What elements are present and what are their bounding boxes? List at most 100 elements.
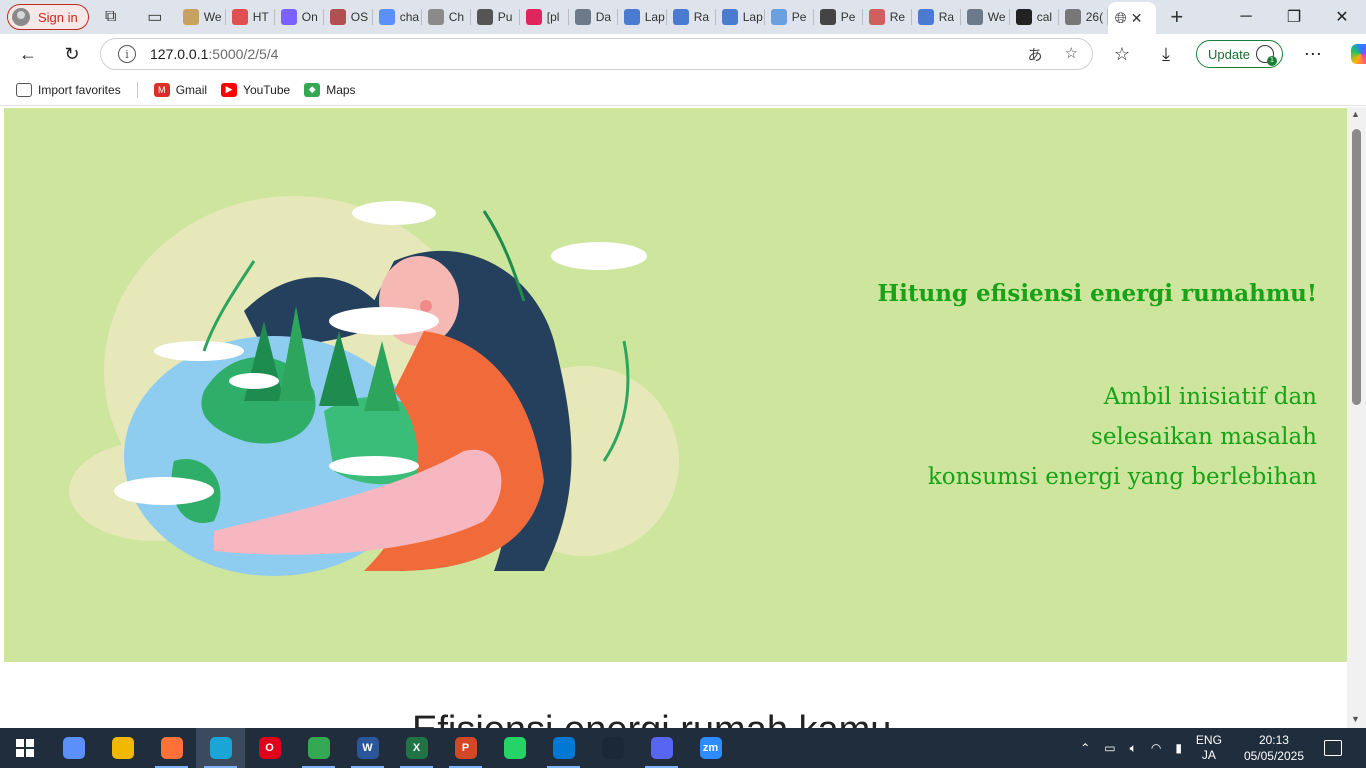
- taskbar-vscode[interactable]: [539, 728, 588, 768]
- favorite-star-icon[interactable]: ☆: [1065, 44, 1078, 65]
- wifi-icon[interactable]: ◠: [1151, 741, 1161, 755]
- tab-title: Pe: [840, 10, 856, 24]
- sign-in-label: Sign in: [38, 9, 78, 25]
- taskbar-copilot[interactable]: [49, 728, 98, 768]
- back-icon[interactable]: ←: [6, 34, 50, 74]
- tab-item[interactable]: Pu: [471, 0, 520, 34]
- discord-icon: [650, 737, 673, 759]
- volume-icon[interactable]: 🔈︎: [1130, 741, 1137, 756]
- sign-in-button[interactable]: Sign in: [7, 4, 89, 30]
- taskbar-zoom[interactable]: zm: [686, 728, 735, 768]
- taskbar-chrome[interactable]: [294, 728, 343, 768]
- copilot-icon[interactable]: [1350, 44, 1366, 64]
- minimize-icon[interactable]: ─: [1222, 0, 1270, 34]
- update-badge-icon: [1255, 45, 1277, 66]
- favorite-youtube[interactable]: ▶ YouTube: [217, 82, 294, 97]
- notifications-icon[interactable]: [1324, 740, 1342, 756]
- tab-actions-icon[interactable]: ▭: [133, 0, 177, 34]
- taskbar-discord[interactable]: [637, 728, 686, 768]
- url-text[interactable]: 127.0.0.1:5000/2/5/4: [150, 46, 278, 62]
- language-indicator[interactable]: ENG JA: [1196, 733, 1222, 763]
- word-icon: W: [356, 737, 379, 759]
- tab-item[interactable]: Lap: [716, 0, 765, 34]
- tab-title: Pu: [497, 10, 513, 24]
- tab-title: Ra: [938, 10, 955, 24]
- edge-icon: [209, 737, 232, 759]
- tab-item[interactable]: cha: [373, 0, 422, 34]
- tab-item[interactable]: We: [961, 0, 1010, 34]
- tab-item[interactable]: Ch: [422, 0, 471, 34]
- tab-title: Re: [889, 10, 906, 24]
- update-button[interactable]: Update: [1196, 40, 1283, 68]
- tab-item[interactable]: Ra: [667, 0, 716, 34]
- tab-active[interactable]: 🌐︎ ✕: [1107, 2, 1156, 34]
- restore-icon[interactable]: ❐: [1270, 0, 1318, 34]
- tab-favicon-icon: [574, 9, 591, 25]
- more-menu-icon[interactable]: ⋯: [1291, 34, 1335, 74]
- taskbar-excel[interactable]: X: [392, 728, 441, 768]
- taskbar-file-explorer[interactable]: [98, 728, 147, 768]
- taskbar-steam[interactable]: [588, 728, 637, 768]
- tab-item[interactable]: Ra: [912, 0, 961, 34]
- clock[interactable]: 20:13 05/05/2025: [1244, 732, 1304, 764]
- refresh-icon[interactable]: ↻: [50, 34, 94, 74]
- tab-item[interactable]: HT: [226, 0, 275, 34]
- taskbar-word[interactable]: W: [343, 728, 392, 768]
- tab-item[interactable]: Pe: [765, 0, 814, 34]
- taskbar-whatsapp[interactable]: [490, 728, 539, 768]
- page-scrollbar[interactable]: ▲ ▼: [1347, 107, 1366, 728]
- windows-logo-icon: [15, 739, 34, 757]
- downloads-icon[interactable]: ⤓: [1144, 34, 1188, 74]
- tab-title: cha: [399, 10, 420, 24]
- tab-title: Pe: [791, 10, 807, 24]
- microphone-icon[interactable]: ▮: [1175, 741, 1182, 755]
- tray-chevron-icon[interactable]: ⌃: [1080, 741, 1090, 755]
- profile-avatar-icon: [12, 8, 30, 26]
- tab-title: Lap: [644, 10, 665, 24]
- new-tab-button[interactable]: +: [1156, 0, 1198, 34]
- tab-item[interactable]: Da: [569, 0, 618, 34]
- workspaces-icon[interactable]: ⧉: [89, 0, 133, 34]
- tab-favicon-icon: [525, 9, 542, 25]
- taskbar-powerpoint[interactable]: P: [441, 728, 490, 768]
- hero-line-2: selesaikan masalah: [1091, 424, 1317, 450]
- taskbar-firefox[interactable]: [147, 728, 196, 768]
- firefox-icon: [160, 737, 183, 759]
- favorite-gmail[interactable]: M Gmail: [150, 82, 211, 97]
- earth-hug-illustration: [69, 196, 679, 576]
- tab-item[interactable]: Re: [863, 0, 912, 34]
- close-window-icon[interactable]: ✕: [1318, 0, 1366, 34]
- tab-title: Lap: [742, 10, 763, 24]
- site-info-icon[interactable]: i: [118, 45, 136, 63]
- tab-item[interactable]: Lap: [618, 0, 667, 34]
- scroll-up-icon[interactable]: ▲: [1351, 109, 1360, 119]
- favorite-import[interactable]: Import favorites: [12, 82, 125, 97]
- excel-icon: X: [405, 737, 428, 759]
- tab-title: Ch: [448, 10, 465, 24]
- opera-icon: O: [258, 737, 281, 759]
- tab-favicon-icon: [231, 9, 248, 25]
- hero-line-1: Ambil inisiatif dan: [1103, 384, 1317, 410]
- scroll-thumb[interactable]: [1352, 129, 1361, 405]
- taskbar-edge[interactable]: [196, 728, 245, 768]
- read-aloud-icon[interactable]: あ: [1028, 44, 1043, 65]
- vscode-icon: [552, 737, 575, 759]
- tab-item[interactable]: We: [177, 0, 226, 34]
- battery-icon[interactable]: ▭: [1104, 741, 1115, 755]
- taskbar-opera[interactable]: O: [245, 728, 294, 768]
- tab-item[interactable]: cal: [1010, 0, 1059, 34]
- tab-item[interactable]: Pe: [814, 0, 863, 34]
- favorite-maps[interactable]: ◆ Maps: [300, 82, 359, 97]
- tab-item[interactable]: 26(: [1059, 0, 1108, 34]
- scroll-down-icon[interactable]: ▼: [1351, 714, 1360, 724]
- tab-list: We HT On OS cha Ch Pu [pl Da Lap Ra Lap Pe Pe Re Ra We ca…: [177, 0, 1108, 34]
- navigation-bar: ← ↻ i 127.0.0.1:5000/2/5/4 あ ☆ ☆ ⤓ Updat…: [0, 34, 1366, 74]
- page-viewport: Hitung efisiensi energi rumahmu! Ambil i…: [0, 107, 1366, 728]
- tab-item[interactable]: On: [275, 0, 324, 34]
- address-bar[interactable]: i 127.0.0.1:5000/2/5/4 あ ☆: [100, 38, 1093, 70]
- tab-item[interactable]: OS: [324, 0, 373, 34]
- tab-item[interactable]: [pl: [520, 0, 569, 34]
- close-tab-icon[interactable]: ✕: [1131, 10, 1143, 27]
- favorites-icon[interactable]: ☆: [1100, 34, 1144, 74]
- start-button[interactable]: [0, 728, 49, 768]
